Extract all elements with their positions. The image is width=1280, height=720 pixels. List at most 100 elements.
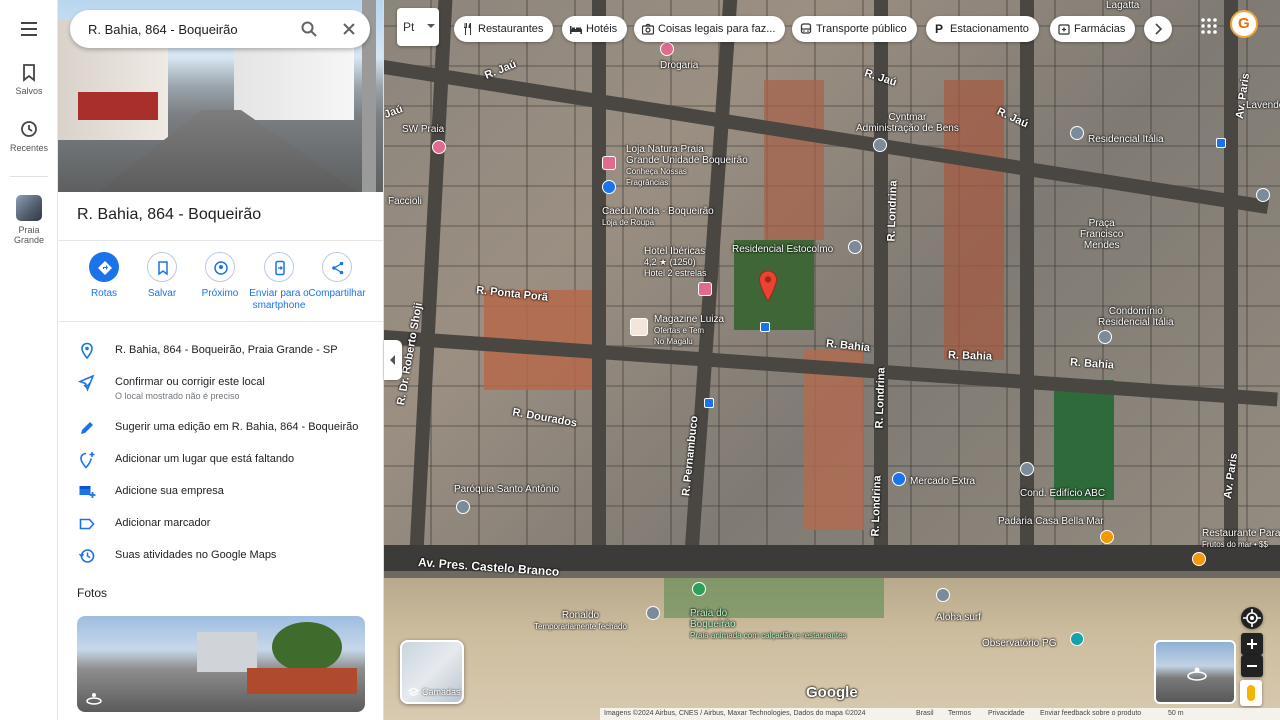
poi-label[interactable]: Loja Natura Praia Grande Unidade Boqueir… bbox=[626, 144, 748, 188]
restaurant-pin-icon[interactable] bbox=[1192, 552, 1206, 566]
bakery-pin-icon[interactable] bbox=[1100, 530, 1114, 544]
zoom-in-button[interactable] bbox=[1241, 633, 1263, 655]
poi-label[interactable]: Cond. Edifício ABC bbox=[1020, 488, 1105, 499]
save-button[interactable]: Salvar bbox=[129, 252, 195, 300]
chip-hotels[interactable]: Hotéis bbox=[562, 16, 628, 42]
building-pin-icon[interactable] bbox=[1098, 330, 1112, 344]
building-pin-icon[interactable] bbox=[1256, 188, 1270, 202]
street-label: R. Bahia bbox=[947, 349, 993, 363]
avatar-letter: G bbox=[1238, 15, 1250, 32]
poi-label[interactable]: Residencial Estocolmo bbox=[732, 244, 833, 255]
poi-label[interactable]: Mercado Extra bbox=[910, 476, 975, 487]
add-business-row[interactable]: Adicione sua empresa bbox=[58, 483, 383, 511]
nearby-button[interactable]: Próximo bbox=[187, 252, 253, 300]
place-pin-icon[interactable] bbox=[936, 588, 950, 602]
nearby-label: Próximo bbox=[201, 288, 239, 299]
hotel-pin-icon[interactable] bbox=[698, 282, 712, 296]
business-pin-icon[interactable] bbox=[873, 138, 887, 152]
address-row[interactable]: R. Bahia, 864 - Boqueirão, Praia Grande … bbox=[58, 342, 383, 370]
church-pin-icon[interactable] bbox=[456, 500, 470, 514]
send-to-phone-button[interactable]: Enviar para o smartphone bbox=[246, 252, 312, 312]
my-location-button[interactable] bbox=[1241, 607, 1263, 629]
store-pin-icon[interactable] bbox=[602, 156, 616, 170]
scale-label[interactable]: 50 m bbox=[1168, 708, 1184, 720]
confirm-location-text: Confirmar ou corrigir este local bbox=[115, 376, 265, 388]
store-logo-icon[interactable] bbox=[630, 318, 648, 336]
transit-stop-icon[interactable] bbox=[760, 322, 770, 332]
poi-label[interactable]: Restaurante Paraí Frutos do mar • $$ bbox=[1202, 528, 1280, 550]
poi-label[interactable]: Faccioli bbox=[388, 196, 422, 207]
poi-label[interactable]: Lagatta bbox=[1106, 0, 1139, 11]
recent-place-praia-grande[interactable]: Praia Grande bbox=[0, 195, 58, 245]
building-pin-icon[interactable] bbox=[848, 240, 862, 254]
privacy-link[interactable]: Privacidade bbox=[988, 708, 1025, 720]
poi-label[interactable]: Magazine Luiza Ofertas e Tem No Magalu bbox=[654, 314, 724, 347]
directions-label: Rotas bbox=[90, 288, 118, 299]
account-avatar[interactable]: G bbox=[1230, 10, 1258, 38]
store-pin-icon[interactable] bbox=[602, 180, 616, 194]
poi-label[interactable]: Padaria Casa Bella Mar bbox=[998, 516, 1104, 527]
chip-parking[interactable]: P Estacionamento bbox=[926, 16, 1039, 42]
transit-stop-icon[interactable] bbox=[704, 398, 714, 408]
collapse-panel-button[interactable] bbox=[384, 340, 402, 380]
suggest-edit-row[interactable]: Sugerir uma edição em R. Bahia, 864 - Bo… bbox=[58, 419, 383, 447]
terms-link[interactable]: Termos bbox=[948, 708, 971, 720]
search-input[interactable] bbox=[88, 19, 288, 39]
add-missing-place-row[interactable]: Adicionar um lugar que está faltando bbox=[58, 451, 383, 479]
poi-label[interactable]: SW Praia bbox=[402, 124, 444, 135]
pegman-icon[interactable] bbox=[1240, 680, 1262, 706]
close-icon[interactable] bbox=[340, 20, 358, 38]
add-label-row[interactable]: Adicionar marcador bbox=[58, 515, 383, 543]
share-button[interactable]: Compartilhar bbox=[304, 252, 370, 300]
poi-label[interactable]: Paróquia Santo Antônio bbox=[454, 484, 559, 495]
apps-grid-icon[interactable] bbox=[1200, 17, 1218, 35]
directions-button[interactable]: Rotas bbox=[71, 252, 137, 300]
feedback-link[interactable]: Enviar feedback sobre o produto bbox=[1040, 708, 1141, 720]
poi-label-line: No Magalu bbox=[654, 337, 693, 346]
building-pin-icon[interactable] bbox=[1020, 462, 1034, 476]
building-pin-icon[interactable] bbox=[1070, 126, 1084, 140]
chip-things-to-do[interactable]: Coisas legais para faz... bbox=[634, 16, 786, 42]
confirm-location-row[interactable]: Confirmar ou corrigir este local O local… bbox=[58, 374, 383, 402]
poi-label[interactable]: Drogaria bbox=[660, 60, 698, 71]
poi-label[interactable]: Praia do Boqueirão Praia animada com cal… bbox=[690, 608, 847, 641]
country-link[interactable]: Brasil bbox=[916, 708, 934, 720]
chip-transit[interactable]: Transporte público bbox=[792, 16, 917, 42]
layers-button[interactable]: Camadas bbox=[400, 640, 464, 704]
poi-label[interactable]: Praça Francisco Mendes bbox=[1080, 218, 1123, 251]
place-pin-icon[interactable] bbox=[646, 606, 660, 620]
shopping-pin-icon[interactable] bbox=[432, 140, 446, 154]
shopping-pin-icon[interactable] bbox=[660, 42, 674, 56]
street-view-preview[interactable] bbox=[1154, 640, 1236, 704]
activity-row[interactable]: Suas atividades no Google Maps bbox=[58, 547, 383, 575]
chip-restaurants[interactable]: Restaurantes bbox=[454, 16, 554, 42]
park-pin-icon[interactable] bbox=[692, 582, 706, 596]
chips-next-button[interactable] bbox=[1144, 16, 1172, 42]
add-label-text: Adicionar marcador bbox=[115, 517, 211, 529]
supermarket-pin-icon[interactable] bbox=[892, 472, 906, 486]
menu-icon[interactable] bbox=[17, 18, 41, 42]
transit-stop-icon[interactable] bbox=[1216, 138, 1226, 148]
poi-label-line: Loja Natura Praia bbox=[626, 144, 704, 155]
search-icon[interactable] bbox=[300, 20, 318, 38]
zoom-out-button[interactable] bbox=[1241, 655, 1263, 677]
poi-label[interactable]: Lavender bbox=[1246, 100, 1280, 111]
poi-label[interactable]: Aloha surf bbox=[936, 612, 981, 623]
poi-label[interactable]: Observatório PG bbox=[982, 638, 1056, 649]
recent-button[interactable]: Recentes bbox=[0, 119, 58, 153]
chip-pharmacies[interactable]: Farmácias bbox=[1050, 16, 1136, 42]
minus-icon bbox=[1247, 665, 1257, 667]
street-view-photo-thumbnail[interactable] bbox=[77, 616, 365, 712]
poi-label[interactable]: Residencial Itália bbox=[1088, 134, 1164, 145]
map-language-button[interactable]: Pt bbox=[397, 8, 439, 46]
satellite-map[interactable]: R. Jaú R. Jaú R. Jaú Jaú R. Ponta Porã R… bbox=[384, 0, 1280, 720]
attraction-pin-icon[interactable] bbox=[1070, 632, 1084, 646]
saved-button[interactable]: Salvos bbox=[0, 62, 58, 96]
poi-label[interactable]: Hotel Ibéricas 4,2 ★ (1250) Hotel 2 estr… bbox=[644, 246, 707, 279]
poi-label[interactable]: Cyntmar Administração de Bens bbox=[856, 112, 959, 134]
poi-label[interactable]: Condomínio Residencial Itália bbox=[1098, 306, 1174, 328]
layers-icon bbox=[408, 687, 419, 697]
selected-location-marker-icon[interactable] bbox=[758, 270, 778, 302]
poi-label[interactable]: Caedu Moda - Boqueirão Loja de Roupa bbox=[602, 206, 714, 228]
poi-label[interactable]: Ronaldo Temporariamente fechado bbox=[534, 610, 627, 632]
